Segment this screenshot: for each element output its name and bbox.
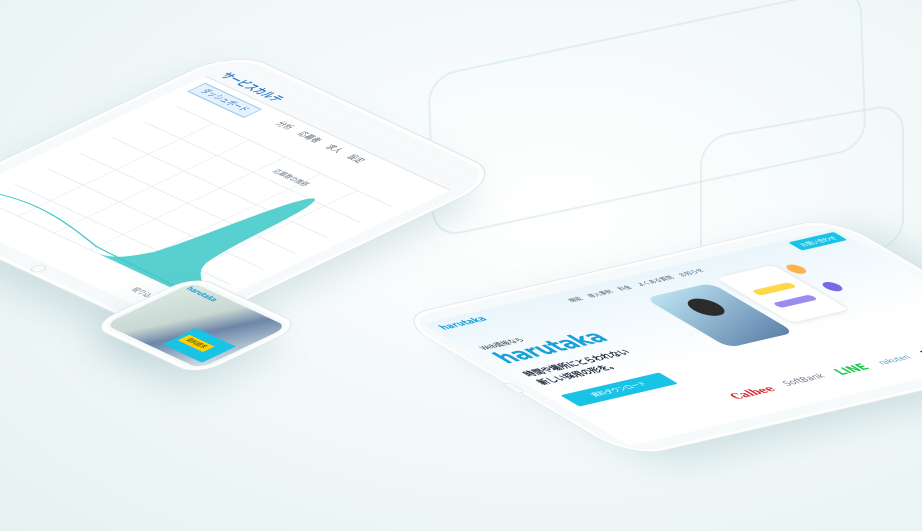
client-logo-softbank: SoftBank — [780, 372, 830, 388]
client-logo-line: LINE — [829, 361, 874, 378]
client-logo-rakuten: rakuten — [874, 353, 914, 366]
client-logo-mercari: mercari — [916, 341, 922, 357]
